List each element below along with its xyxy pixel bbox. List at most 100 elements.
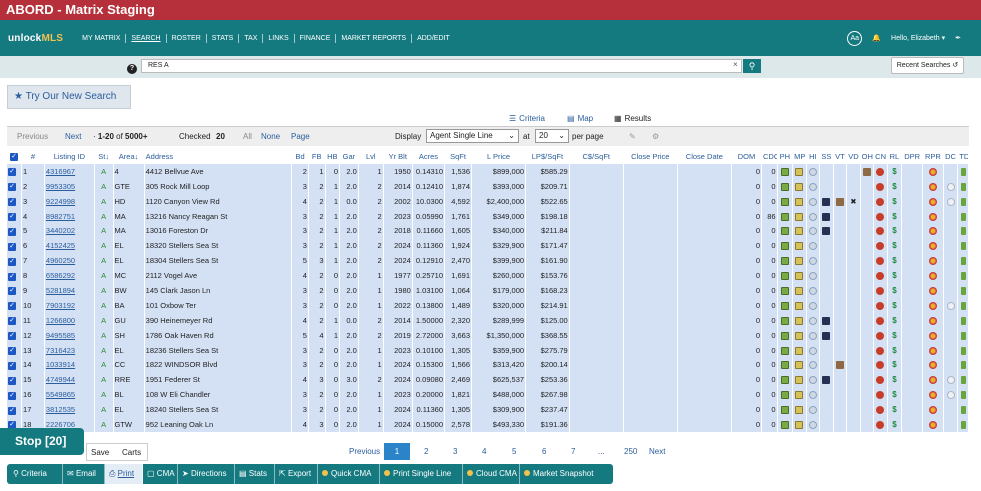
history-icon[interactable] (808, 227, 817, 236)
map-pin-icon[interactable] (795, 227, 804, 236)
photo-icon[interactable] (780, 391, 789, 400)
edit-icon[interactable]: ✎ (629, 132, 636, 141)
table-row[interactable]: ✓ 16 5549865 A BL 108 W Eli Chandler 3 2 0 2.0 1 20… (7, 387, 969, 403)
map-pin-icon[interactable] (795, 331, 804, 340)
pin-icon[interactable]: ✒ (955, 34, 961, 42)
history-icon[interactable] (808, 167, 817, 176)
select-all-checkbox[interactable]: ✓ (7, 149, 23, 164)
photo-icon[interactable] (780, 361, 789, 370)
page-6[interactable]: 6 (542, 447, 546, 456)
page-3[interactable]: 3 (453, 447, 457, 456)
action-directions[interactable]: ➤ Directions (178, 464, 235, 484)
rpr-icon[interactable] (928, 316, 937, 325)
document-icon[interactable] (946, 197, 955, 206)
contact-icon[interactable] (876, 212, 885, 221)
row-checkbox[interactable]: ✓ (7, 312, 23, 328)
photo-icon[interactable] (780, 197, 789, 206)
nav-roster[interactable]: ROSTER (167, 33, 207, 43)
table-row[interactable]: ✓ 13 7316423 A EL 18236 Stellers Sea St 3 2 0 2.0… (7, 342, 969, 358)
photo-icon[interactable] (780, 182, 789, 191)
tax-data-icon[interactable] (960, 391, 966, 400)
search-input[interactable]: RES A (141, 59, 742, 73)
history-icon[interactable] (808, 212, 817, 221)
dollar-icon[interactable]: $ (892, 360, 896, 369)
slideshow-icon[interactable] (822, 316, 831, 325)
dollar-icon[interactable]: $ (892, 197, 896, 206)
document-icon[interactable] (946, 182, 955, 191)
history-icon[interactable] (808, 406, 817, 415)
listing-id-cell[interactable]: 4152425 (44, 238, 95, 254)
tax-data-icon[interactable] (960, 376, 966, 385)
pager-previous[interactable]: Previous (349, 447, 380, 456)
rpr-icon[interactable] (928, 272, 937, 281)
dollar-icon[interactable]: $ (892, 226, 896, 235)
listing-id-cell[interactable]: 4316967 (44, 163, 95, 179)
contact-icon[interactable] (876, 182, 885, 191)
contact-icon[interactable] (876, 301, 885, 310)
col-header[interactable]: DPR (901, 149, 923, 164)
contact-icon[interactable] (876, 420, 885, 429)
map-pin-icon[interactable] (795, 242, 804, 251)
col-header[interactable]: RPR (922, 149, 944, 164)
col-header[interactable]: # (21, 149, 45, 164)
listing-id-cell[interactable]: 1266800 (44, 312, 95, 328)
text-size-button[interactable]: Aa (847, 30, 863, 46)
tax-data-icon[interactable] (960, 346, 966, 355)
photo-icon[interactable] (780, 406, 789, 415)
map-pin-icon[interactable] (795, 286, 804, 295)
table-row[interactable]: ✓ 8 6586292 A MC 2112 Vogel Ave 4 2 0 2.0 1 1977 0.2… (7, 268, 969, 284)
photo-icon[interactable] (780, 420, 789, 429)
col-header[interactable]: L Price (471, 149, 527, 164)
col-header[interactable]: SqFt (444, 149, 473, 164)
action-print[interactable]: ⎙ Print (105, 464, 143, 484)
row-checkbox[interactable]: ✓ (7, 283, 23, 298)
tab-results[interactable]: ▦ Results (614, 111, 651, 125)
action-market-snapshot[interactable]: Market Snapshot (520, 464, 613, 484)
nav-stats[interactable]: STATS (207, 33, 240, 43)
map-pin-icon[interactable] (795, 212, 804, 221)
listing-id-cell[interactable]: 7316423 (44, 342, 95, 358)
photo-icon[interactable] (780, 376, 789, 385)
contact-icon[interactable] (876, 376, 885, 385)
col-header[interactable]: VD (846, 149, 861, 164)
action-print-single-line[interactable]: Print Single Line (380, 464, 463, 484)
map-pin-icon[interactable] (795, 167, 804, 176)
rpr-icon[interactable] (928, 257, 937, 266)
virtual-tour-icon[interactable] (835, 197, 844, 206)
display-select[interactable]: Agent Single Line ⌄ (426, 129, 519, 143)
map-pin-icon[interactable] (795, 406, 804, 415)
listing-id-cell[interactable]: 3440202 (44, 223, 95, 239)
listing-id-cell[interactable]: 3812535 (44, 402, 95, 418)
photo-icon[interactable] (780, 242, 789, 251)
col-header[interactable]: Address (144, 149, 293, 164)
tax-data-icon[interactable] (960, 301, 966, 310)
col-header[interactable]: DOM (731, 149, 763, 164)
action-criteria[interactable]: ⚲ Criteria (7, 464, 63, 484)
pager-next[interactable]: Next (649, 447, 665, 456)
select-page-link[interactable]: Page (291, 132, 310, 141)
rpr-icon[interactable] (928, 406, 937, 415)
action-stats[interactable]: ▤ Stats (235, 464, 275, 484)
listing-id-cell[interactable]: 7903192 (44, 297, 95, 313)
tax-data-icon[interactable] (960, 242, 966, 251)
gear-icon[interactable]: ⚙ (652, 132, 659, 141)
tax-data-icon[interactable] (960, 316, 966, 325)
contact-icon[interactable] (876, 391, 885, 400)
action-cloud-cma[interactable]: Cloud CMA (463, 464, 520, 484)
nav-my-matrix[interactable]: MY MATRIX (77, 33, 127, 43)
rpr-icon[interactable] (928, 361, 937, 370)
dollar-icon[interactable]: $ (892, 420, 896, 429)
col-header[interactable]: HB (325, 149, 341, 164)
photo-icon[interactable] (780, 286, 789, 295)
rpr-icon[interactable] (928, 182, 937, 191)
action-email[interactable]: ✉ Email (63, 464, 105, 484)
rpr-icon[interactable] (928, 376, 937, 385)
row-checkbox[interactable]: ✓ (7, 372, 23, 388)
listing-id-cell[interactable]: 5281894 (44, 283, 95, 298)
contact-icon[interactable] (876, 257, 885, 266)
col-header[interactable]: PH (777, 149, 794, 164)
dollar-icon[interactable]: $ (892, 375, 896, 384)
logo[interactable]: unlockMLS (8, 33, 63, 44)
row-checkbox[interactable]: ✓ (7, 208, 23, 224)
tax-data-icon[interactable] (960, 227, 966, 236)
